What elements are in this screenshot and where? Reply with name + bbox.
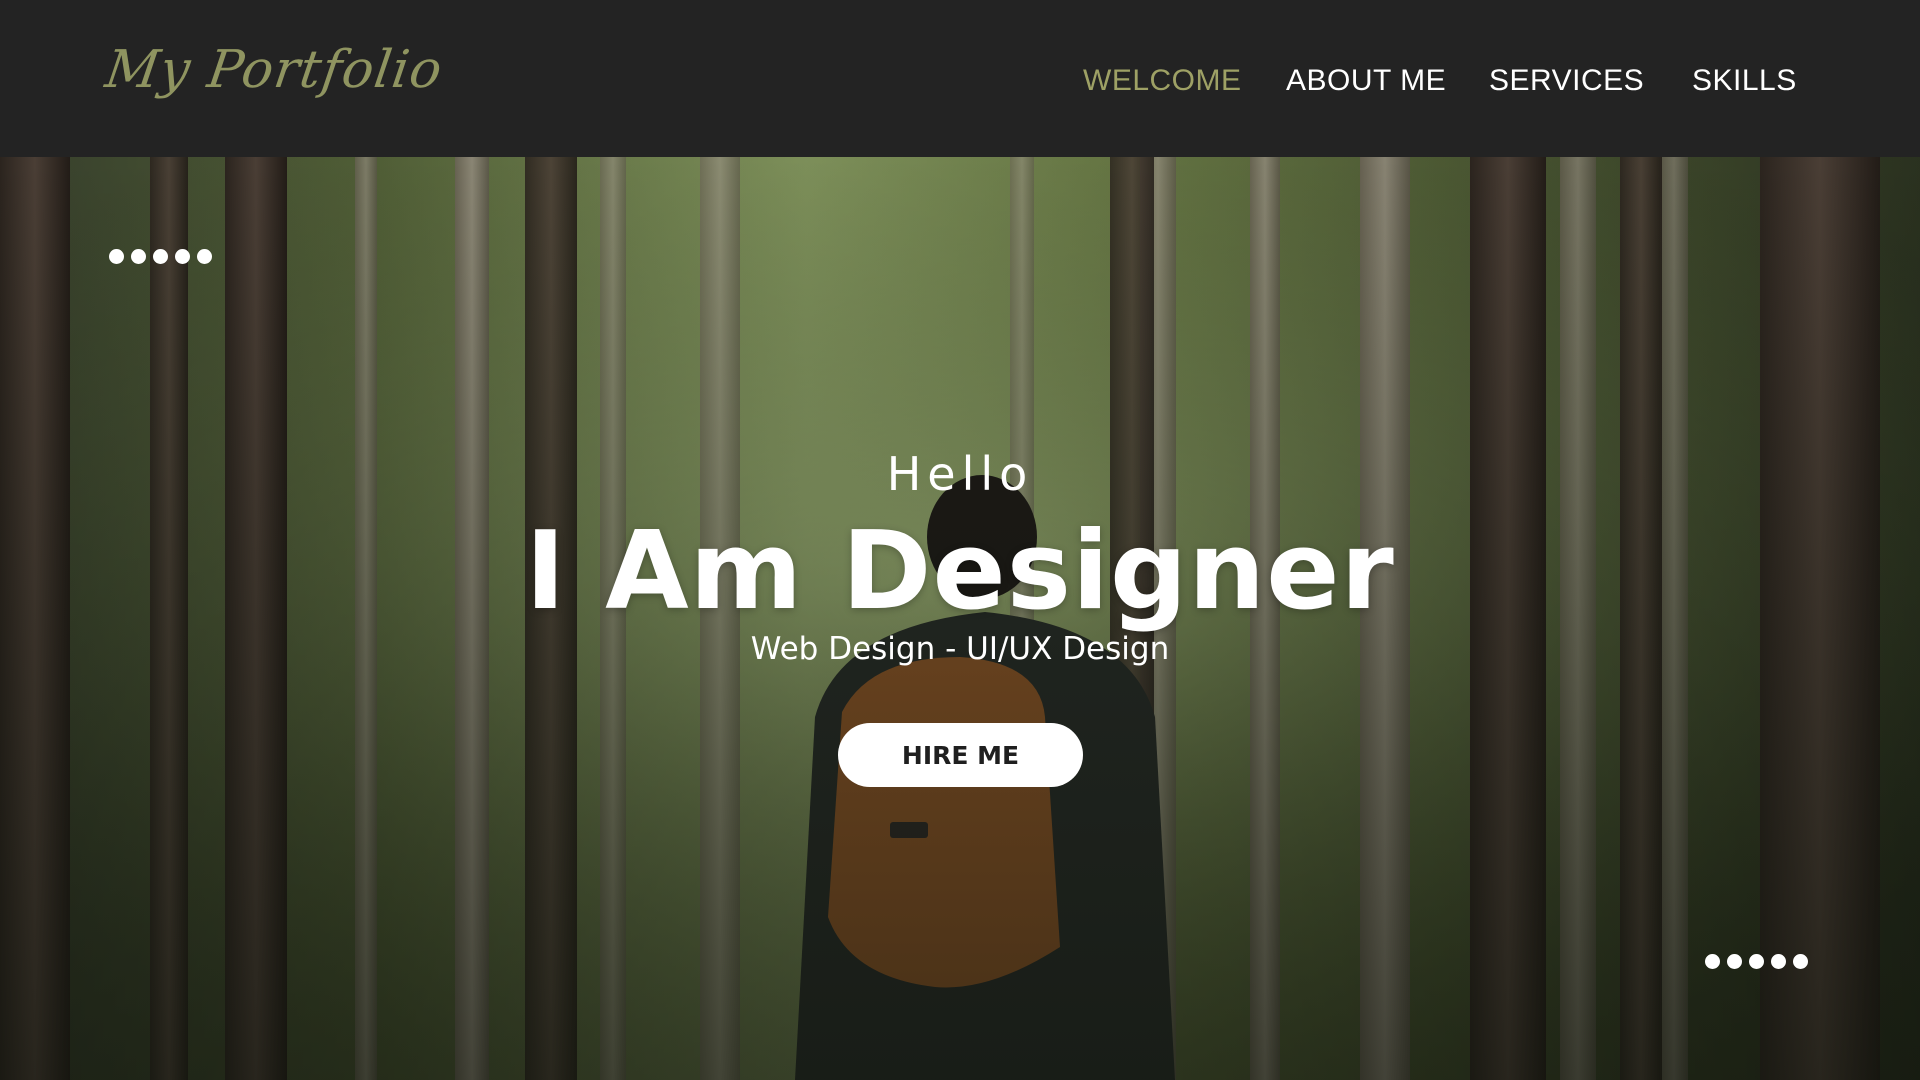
nav-welcome[interactable]: WELCOME — [1083, 64, 1242, 98]
hero-section: Hello I Am Designer Web Design - UI/UX D… — [0, 157, 1920, 1080]
nav-services[interactable]: SERVICES — [1489, 64, 1644, 98]
nav-skills[interactable]: SKILLS — [1692, 64, 1797, 98]
portfolio-page: My Portfolio WELCOME ABOUT ME SERVICES S… — [0, 0, 1920, 1080]
hero-headline: I Am Designer — [525, 509, 1395, 634]
hero-content: Hello I Am Designer Web Design - UI/UX D… — [0, 157, 1920, 1080]
hire-me-button[interactable]: HIRE ME — [838, 723, 1083, 787]
hero-greeting: Hello — [886, 447, 1034, 501]
nav-about-me[interactable]: ABOUT ME — [1286, 64, 1446, 98]
site-header: My Portfolio WELCOME ABOUT ME SERVICES S… — [0, 0, 1920, 157]
hero-subtitle: Web Design - UI/UX Design — [750, 631, 1170, 667]
main-nav: WELCOME ABOUT ME SERVICES SKILLS — [0, 64, 1920, 104]
